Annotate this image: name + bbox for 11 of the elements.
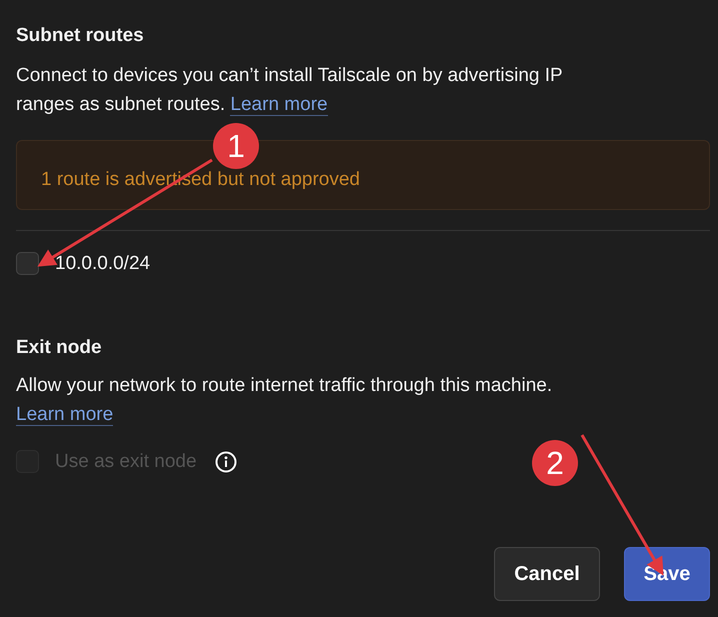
cancel-button[interactable]: Cancel <box>494 547 600 601</box>
learn-more-link[interactable]: Learn more <box>230 94 328 116</box>
checkbox[interactable] <box>16 252 39 275</box>
section-title: Exit node <box>16 337 103 359</box>
step-number-badge: 1 <box>213 123 259 169</box>
description-text: Connect to devices you can’t install Tailscale on by advertising IP ranges as subnet routes. Learn more <box>16 64 564 118</box>
section-title: Subnet routes <box>16 25 145 47</box>
option-label: 10.0.0.0/24 <box>55 252 150 274</box>
learn-more-link[interactable]: Learn more <box>16 404 114 426</box>
description-text: Allow your network to route internet traffic through this machine. Learn more <box>16 374 554 428</box>
step-number-badge: 2 <box>532 440 578 486</box>
